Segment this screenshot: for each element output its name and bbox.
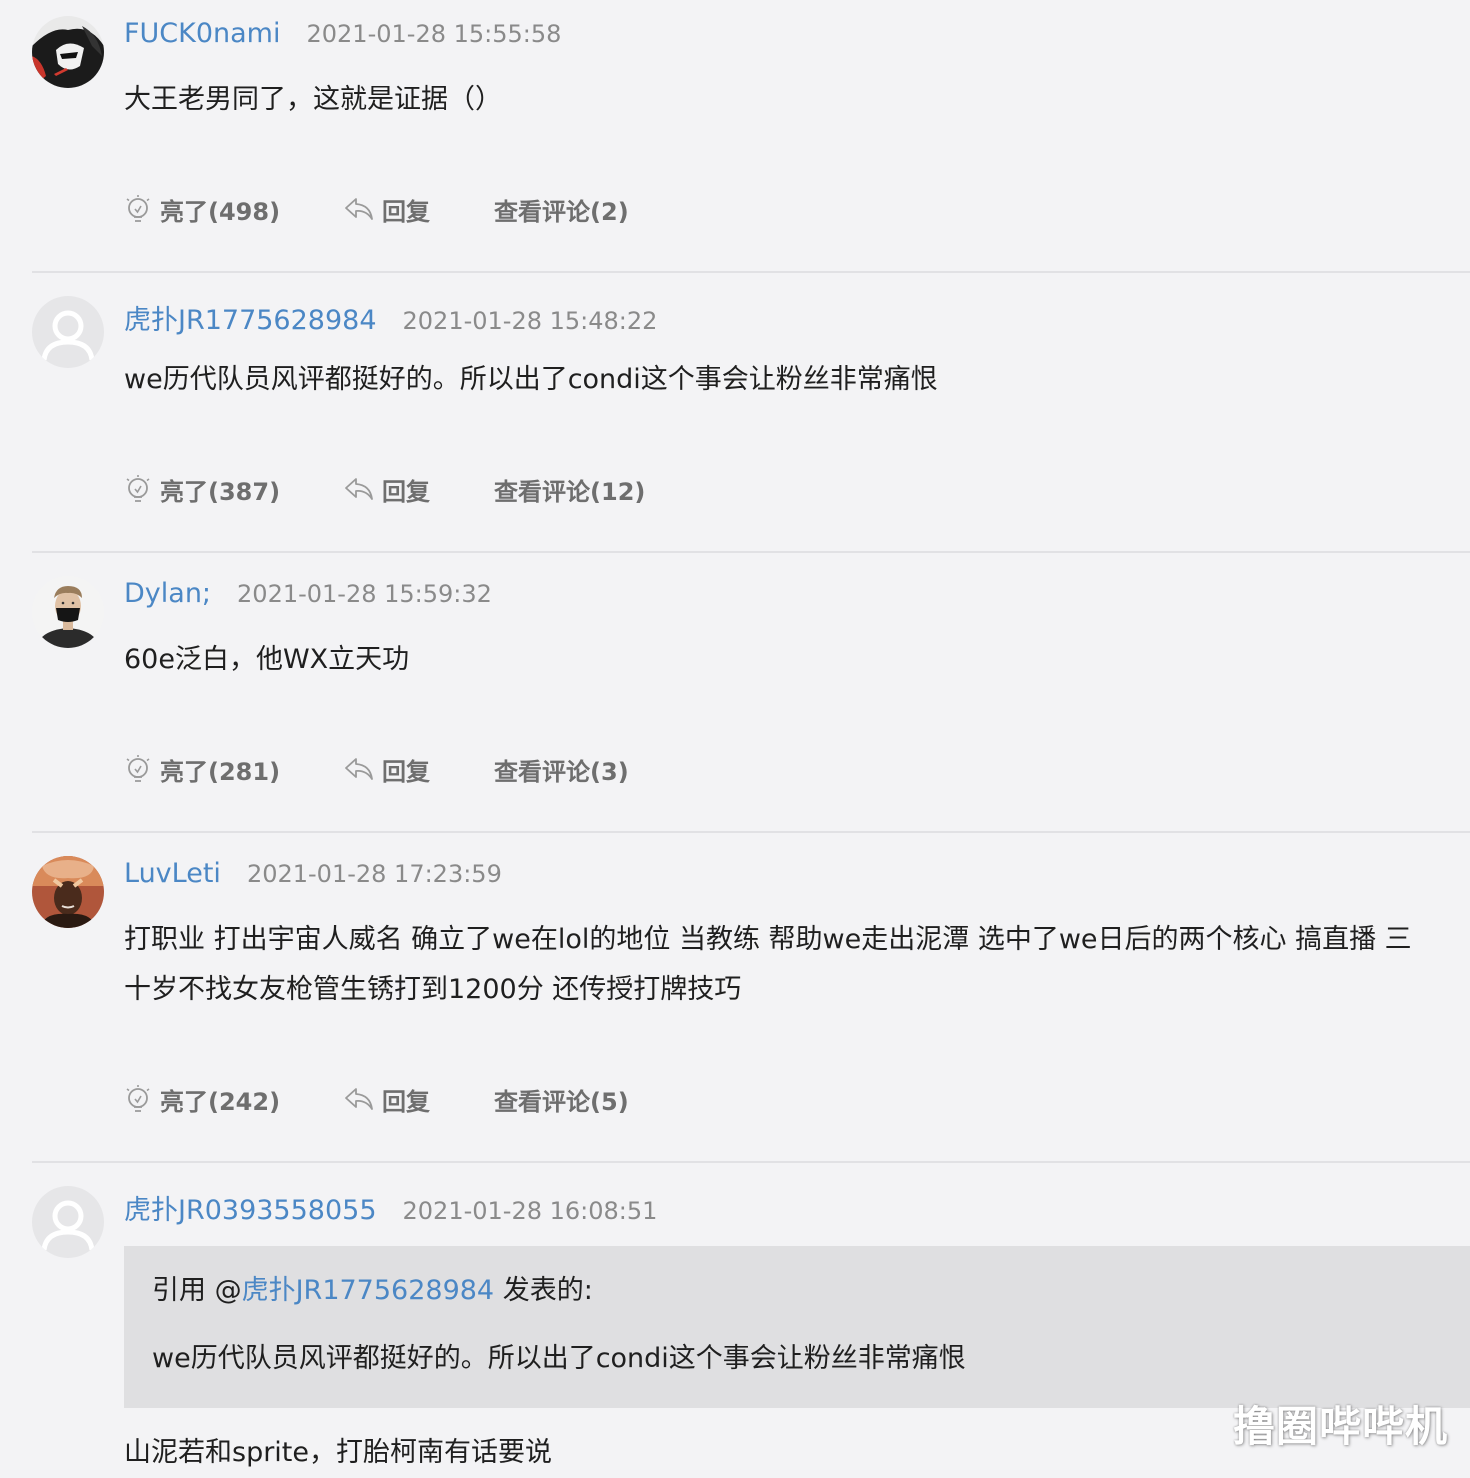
quote-block: 引用 @虎扑JR1775628984 发表的: we历代队员风评都挺好的。所以出… [124, 1246, 1470, 1408]
divider [32, 1161, 1470, 1163]
masked-man-avatar-icon [32, 576, 104, 648]
lightbulb-icon [126, 755, 150, 782]
reply-arrow-icon [345, 1088, 373, 1110]
divider [32, 551, 1470, 553]
light-button[interactable]: 亮了(498) [124, 192, 280, 227]
avatar[interactable] [32, 856, 104, 928]
quote-suffix: 发表的: [494, 1275, 593, 1306]
photo-avatar-icon [32, 856, 104, 928]
comment-text: we历代队员风评都挺好的。所以出了condi这个事会让粉丝非常痛恨 [124, 364, 938, 395]
username[interactable]: 虎扑JR1775628984 [124, 298, 377, 337]
comment-text: 大王老男同了，这就是证据（） [124, 84, 502, 115]
avatar[interactable] [32, 296, 104, 368]
username[interactable]: FUCK0nami [124, 18, 281, 49]
watermark: 撸圈哔哔机 [1232, 1402, 1448, 1451]
username[interactable]: Dylan; [124, 578, 211, 609]
comment-text-line: 十岁不找女友枪管生锈打到1200分 还传授打牌技巧 [124, 974, 742, 1005]
timestamp: 2021-01-28 17:23:59 [246, 860, 502, 888]
reply-arrow-icon [345, 478, 373, 500]
reply-label: 回复 [382, 197, 431, 226]
comment-text-line: 打职业 打出宇宙人威名 确立了we在lol的地位 当教练 帮助we走出泥潭 选中… [124, 924, 1412, 955]
reply-arrow-icon [345, 758, 373, 780]
lightbulb-icon [126, 1085, 150, 1112]
comment-text: 60e泛白，他WX立天功 [124, 644, 410, 675]
timestamp: 2021-01-28 16:08:51 [402, 1197, 658, 1225]
light-button[interactable]: 亮了(281) [124, 752, 280, 787]
reply-button[interactable]: 回复 [344, 472, 430, 507]
light-count: 亮了(281) [160, 757, 281, 786]
comment-text: 打职业 打出宇宙人威名 确立了we在lol的地位 当教练 帮助we走出泥潭 选中… [124, 915, 1454, 1015]
light-count: 亮了(387) [160, 477, 281, 506]
quote-prefix: 引用 @ [152, 1275, 242, 1306]
avatar[interactable] [32, 16, 104, 88]
lightbulb-icon [126, 195, 150, 222]
divider [32, 831, 1470, 833]
timestamp: 2021-01-28 15:48:22 [402, 307, 658, 335]
view-comments-link[interactable]: 查看评论(5) [494, 1082, 629, 1117]
reply-label: 回复 [382, 1087, 431, 1116]
reply-arrow-icon [345, 198, 373, 220]
view-comments-link[interactable]: 查看评论(12) [494, 472, 645, 507]
light-button[interactable]: 亮了(387) [124, 472, 280, 507]
light-count: 亮了(498) [160, 197, 281, 226]
username[interactable]: 虎扑JR0393558055 [124, 1188, 377, 1227]
avatar[interactable] [32, 576, 104, 648]
lightbulb-icon [126, 475, 150, 502]
reply-button[interactable]: 回复 [344, 752, 430, 787]
quote-text: we历代队员风评都挺好的。所以出了condi这个事会让粉丝非常痛恨 [152, 1343, 966, 1374]
timestamp: 2021-01-28 15:59:32 [237, 580, 492, 608]
default-user-avatar-icon [32, 296, 104, 368]
avatar[interactable] [32, 1186, 104, 1258]
default-user-avatar-icon [32, 1186, 104, 1258]
username[interactable]: LuvLeti [124, 858, 221, 889]
reply-label: 回复 [382, 757, 431, 786]
quote-username[interactable]: 虎扑JR1775628984 [242, 1275, 495, 1306]
reply-button[interactable]: 回复 [344, 192, 430, 227]
divider [32, 271, 1470, 273]
reply-button[interactable]: 回复 [344, 1082, 430, 1117]
reply-label: 回复 [382, 477, 431, 506]
dark-illustration-avatar-icon [32, 16, 104, 88]
view-comments-link[interactable]: 查看评论(3) [494, 752, 629, 787]
light-count: 亮了(242) [160, 1087, 281, 1116]
light-button[interactable]: 亮了(242) [124, 1082, 280, 1117]
view-comments-link[interactable]: 查看评论(2) [494, 192, 629, 227]
quote-header: 引用 @虎扑JR1775628984 发表的: [152, 1268, 593, 1307]
timestamp: 2021-01-28 15:55:58 [306, 20, 562, 48]
